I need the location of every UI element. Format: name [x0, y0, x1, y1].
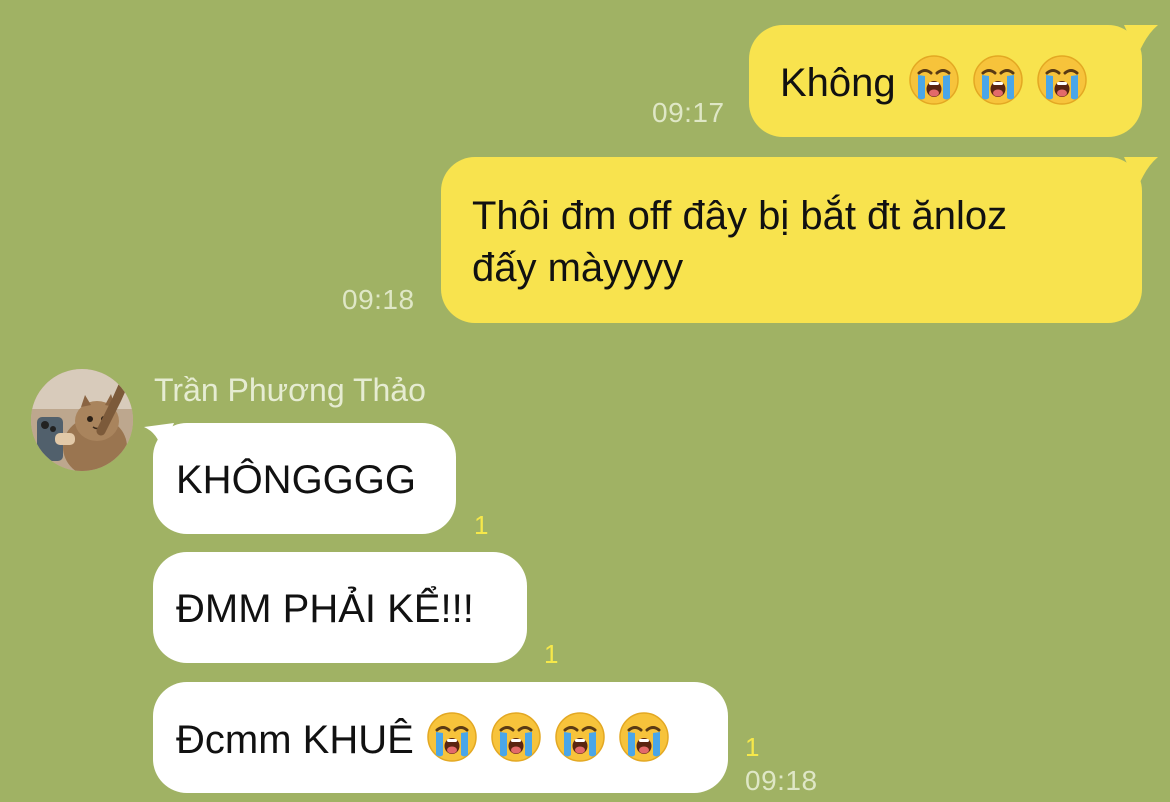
- chat-area: Không 09:17 Thôi đm off đây bị bắt đt ăn…: [0, 0, 1170, 802]
- incoming-message[interactable]: ĐMM PHẢI KỂ!!!: [153, 552, 527, 663]
- loudly-crying-face-icon: [554, 711, 606, 763]
- message-text: Không: [780, 61, 896, 105]
- message-text: ĐMM PHẢI KỂ!!!: [176, 587, 474, 631]
- bubble-tail: [1124, 25, 1158, 55]
- message-timestamp: 09:18: [745, 765, 818, 796]
- loudly-crying-face-icon: [490, 711, 542, 763]
- message-timestamp: 09:17: [652, 97, 725, 128]
- bubble-tail: [144, 423, 174, 451]
- contact-name: Trần Phương Thảo: [154, 372, 426, 408]
- outgoing-message[interactable]: Thôi đm off đây bị bắt đt ănloz đấy màyy…: [441, 157, 1142, 323]
- message-text-line: Thôi đm off đây bị bắt đt ănloz: [472, 194, 1008, 238]
- incoming-message[interactable]: KHÔNGGGG: [153, 423, 456, 534]
- bubble-tail: [1124, 157, 1158, 187]
- cat-photo-avatar-icon: [31, 369, 133, 471]
- unread-count: 1: [544, 639, 559, 669]
- loudly-crying-face-icon: [1036, 54, 1088, 106]
- loudly-crying-face-icon: [618, 711, 670, 763]
- message-text-line: đấy màyyyy: [472, 246, 684, 290]
- loudly-crying-face-icon: [908, 54, 960, 106]
- message-text: Đcmm KHUÊ: [176, 718, 414, 762]
- message-timestamp: 09:18: [342, 284, 415, 315]
- loudly-crying-face-icon: [972, 54, 1024, 106]
- contact-avatar[interactable]: [31, 369, 133, 471]
- message-text: KHÔNGGGG: [176, 458, 417, 502]
- outgoing-message[interactable]: Không: [749, 25, 1142, 137]
- unread-count: 1: [474, 510, 489, 540]
- incoming-message[interactable]: Đcmm KHUÊ: [153, 682, 728, 793]
- loudly-crying-face-icon: [426, 711, 478, 763]
- unread-count: 1: [745, 732, 760, 762]
